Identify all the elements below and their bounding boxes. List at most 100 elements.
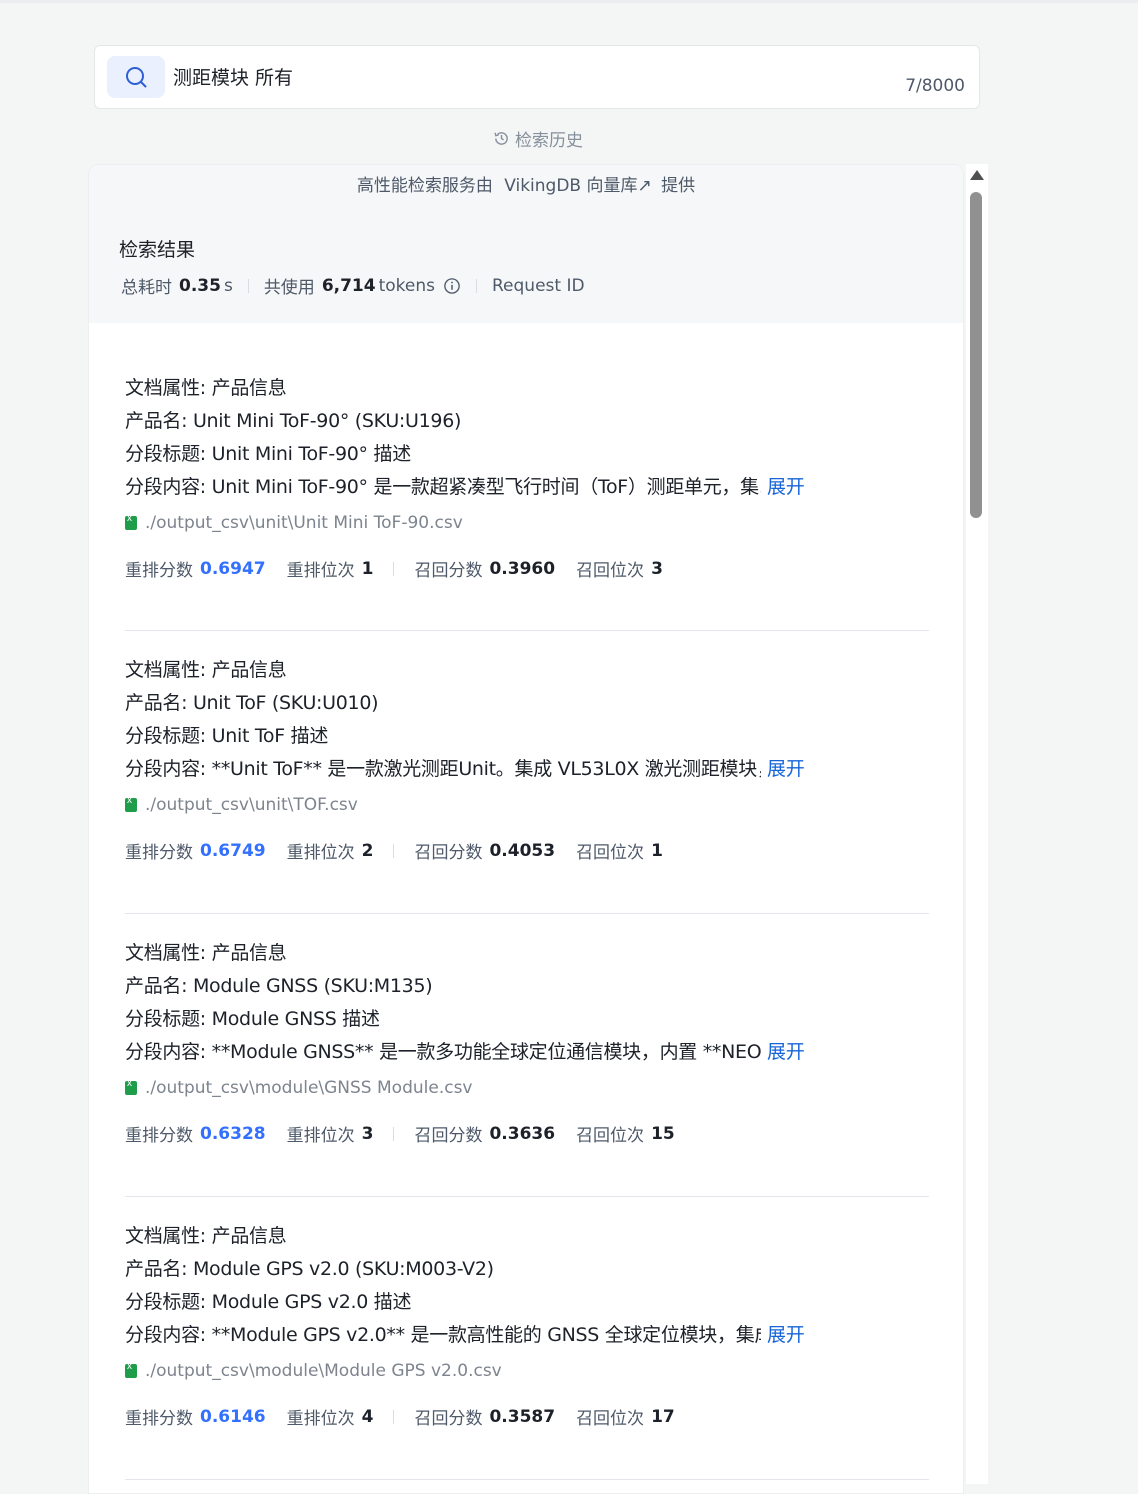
result-content-row: 分段内容: **Module GNSS** 是一款多功能全球定位通信模块，内置 … (125, 1037, 805, 1064)
score-row: 重排分数 0.6146 重排位次 4 召回分数 0.3587 召回位次 17 (125, 1404, 675, 1430)
result-attr: 文档属性: 产品信息 (125, 659, 287, 681)
rerank-score-label: 重排分数 (125, 1409, 193, 1429)
rerank-score-label: 重排分数 (125, 561, 193, 581)
recall-rank-label: 召回位次 (576, 843, 645, 863)
search-history-link[interactable]: 检索历史 (0, 126, 1076, 151)
rerank-rank-label: 重排位次 (286, 1126, 355, 1146)
search-button[interactable] (107, 56, 165, 98)
score-row: 重排分数 0.6947 重排位次 1 召回分数 0.3960 召回位次 3 (125, 556, 663, 582)
search-icon (126, 67, 147, 88)
result-item: 文档属性: 产品信息 产品名: Module GNSS (SKU:M135) 分… (125, 914, 929, 1197)
result-segment-title: 分段标题: Module GPS v2.0 描述 (125, 1291, 412, 1313)
divider (393, 1126, 395, 1141)
result-content: 分段内容: **Module GPS v2.0** 是一款高性能的 GNSS 全… (125, 1324, 761, 1346)
scrollbar-thumb[interactable] (970, 192, 982, 518)
results-panel: 高性能检索服务由 VikingDB 向量库↗ 提供 检索结果 总耗时 0.35 … (88, 164, 964, 1494)
vikingdb-link[interactable]: VikingDB 向量库↗ (504, 176, 652, 196)
request-id-label[interactable]: Request ID (492, 276, 585, 296)
result-file[interactable]: ./output_csv\unit\TOF.csv (125, 795, 358, 815)
recall-rank-label: 召回位次 (576, 1126, 645, 1146)
expand-button[interactable]: 展开 (767, 476, 805, 498)
tokens-unit: tokens (378, 275, 435, 296)
recall-rank: 3 (651, 558, 663, 579)
search-input[interactable]: 测距模块 所有 (173, 63, 293, 90)
expand-button[interactable]: 展开 (767, 1041, 805, 1063)
divider (393, 843, 395, 858)
rerank-score: 0.6947 (200, 558, 266, 579)
rerank-rank: 3 (361, 1123, 374, 1144)
score-row: 重排分数 0.6749 重排位次 2 召回分数 0.4053 召回位次 1 (125, 838, 663, 864)
result-content-row: 分段内容: **Unit ToF** 是一款激光测距Unit。集成 VL53L0… (125, 754, 805, 781)
provider-prefix: 高性能检索服务由 (356, 176, 493, 196)
top-divider (0, 0, 1138, 3)
recall-rank: 15 (651, 1123, 675, 1144)
file-path: ./output_csv\module\GNSS Module.csv (145, 1078, 473, 1098)
expand-button[interactable]: 展开 (767, 758, 805, 780)
excel-file-icon (125, 1361, 137, 1378)
file-path: ./output_csv\module\Module GPS v2.0.csv (145, 1361, 502, 1381)
recall-score-label: 召回分数 (414, 561, 483, 581)
recall-score-label: 召回分数 (414, 843, 483, 863)
recall-rank-label: 召回位次 (576, 1409, 645, 1429)
expand-button[interactable]: 展开 (767, 1324, 805, 1346)
result-file[interactable]: ./output_csv\unit\Unit Mini ToF-90.csv (125, 513, 463, 533)
rerank-rank-label: 重排位次 (286, 561, 355, 581)
rerank-rank: 1 (361, 558, 374, 579)
results-list: 文档属性: 产品信息 产品名: Unit Mini ToF-90° (SKU:U… (125, 349, 929, 1480)
rerank-score: 0.6749 (200, 840, 266, 861)
file-path: ./output_csv\unit\TOF.csv (145, 795, 358, 815)
rerank-rank: 2 (361, 840, 374, 861)
divider (247, 278, 249, 293)
recall-score: 0.4053 (489, 840, 556, 861)
result-segment-title: 分段标题: Module GNSS 描述 (125, 1008, 380, 1030)
recall-score: 0.3636 (489, 1123, 556, 1144)
excel-file-icon (125, 513, 137, 530)
result-content-row: 分段内容: Unit Mini ToF-90° 是一款超紧凑型飞行时间（ToF）… (125, 472, 805, 499)
result-item: 文档属性: 产品信息 产品名: Module GPS v2.0 (SKU:M00… (125, 1197, 929, 1480)
result-content: 分段内容: **Module GNSS** 是一款多功能全球定位通信模块，内置 … (125, 1041, 761, 1063)
result-item: 文档属性: 产品信息 产品名: Unit ToF (SKU:U010) 分段标题… (125, 631, 929, 914)
result-file[interactable]: ./output_csv\module\GNSS Module.csv (125, 1078, 473, 1098)
result-file[interactable]: ./output_csv\module\Module GPS v2.0.csv (125, 1361, 502, 1381)
provider-banner: 高性能检索服务由 VikingDB 向量库↗ 提供 (89, 165, 963, 207)
result-content: 分段内容: **Unit ToF** 是一款激光测距Unit。集成 VL53L0… (125, 758, 761, 780)
results-title: 检索结果 (119, 239, 196, 261)
rerank-score-label: 重排分数 (125, 843, 193, 863)
divider (476, 278, 477, 293)
result-segment-title: 分段标题: Unit ToF 描述 (125, 725, 329, 747)
result-attr: 文档属性: 产品信息 (125, 942, 287, 964)
result-content: 分段内容: Unit Mini ToF-90° 是一款超紧凑型飞行时间（ToF）… (125, 476, 761, 498)
result-product-name: 产品名: Unit Mini ToF-90° (SKU:U196) (125, 410, 462, 432)
divider (393, 1409, 395, 1424)
search-history-label: 检索历史 (515, 131, 583, 151)
rerank-rank-label: 重排位次 (286, 843, 355, 863)
rerank-score: 0.6146 (200, 1406, 266, 1427)
recall-score-label: 召回分数 (414, 1126, 483, 1146)
result-product-name: 产品名: Module GNSS (SKU:M135) (125, 975, 433, 997)
history-icon (494, 132, 508, 145)
time-unit: s (223, 275, 233, 296)
time-value: 0.35 (179, 275, 221, 296)
recall-score-label: 召回分数 (414, 1409, 483, 1429)
result-product-name: 产品名: Module GPS v2.0 (SKU:M003-V2) (125, 1258, 494, 1280)
result-content-row: 分段内容: **Module GPS v2.0** 是一款高性能的 GNSS 全… (125, 1320, 805, 1347)
scrollbar[interactable] (966, 164, 988, 1484)
recall-score: 0.3960 (489, 558, 556, 579)
excel-file-icon (125, 795, 137, 812)
result-attr: 文档属性: 产品信息 (125, 1225, 287, 1247)
scroll-up-arrow-icon[interactable] (970, 170, 984, 180)
rerank-score: 0.6328 (200, 1123, 266, 1144)
rerank-score-label: 重排分数 (125, 1126, 193, 1146)
info-icon[interactable] (443, 277, 461, 295)
file-path: ./output_csv\unit\Unit Mini ToF-90.csv (145, 513, 463, 533)
result-segment-title: 分段标题: Unit Mini ToF-90° 描述 (125, 443, 411, 465)
recall-score: 0.3587 (489, 1406, 556, 1427)
rerank-rank: 4 (361, 1406, 374, 1427)
provider-suffix: 提供 (661, 176, 696, 196)
rerank-rank-label: 重排位次 (286, 1409, 355, 1429)
time-label: 总耗时 (121, 278, 172, 298)
result-summary: 检索结果 总耗时 0.35 s 共使用 6,714 tokens Request… (89, 207, 963, 323)
char-count: 7/8000 (905, 76, 965, 96)
stats-row: 总耗时 0.35 s 共使用 6,714 tokens Request ID (121, 273, 585, 299)
search-box[interactable]: 测距模块 所有 7/8000 (94, 45, 980, 109)
